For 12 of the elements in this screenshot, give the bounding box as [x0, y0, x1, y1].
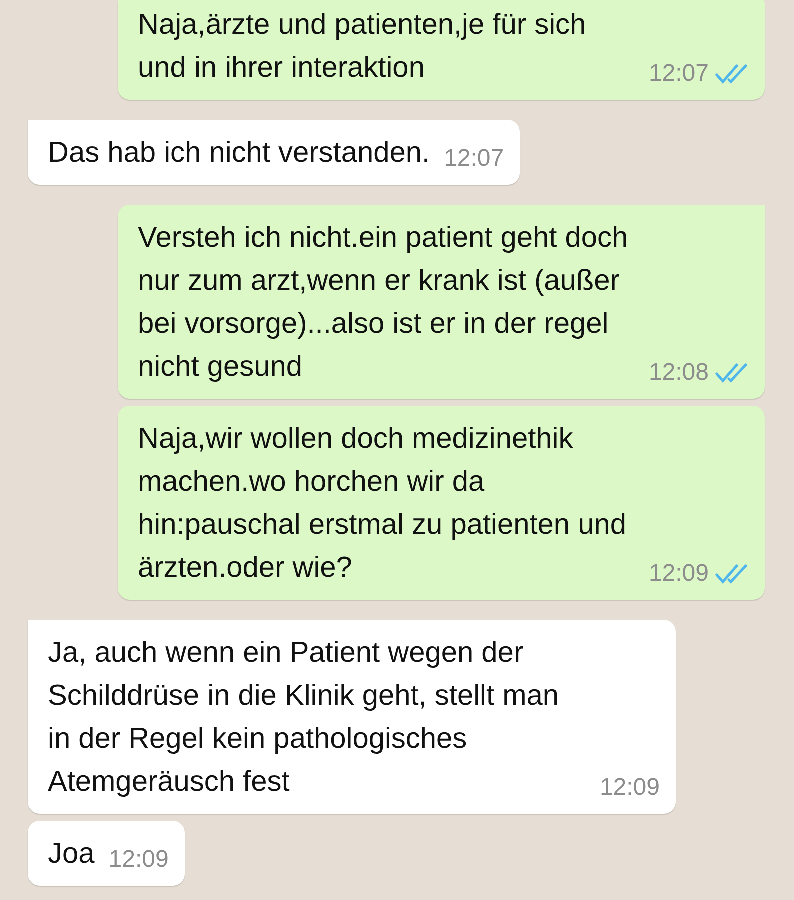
message-text: Ja, auch wenn ein Patient wegen der Schilddrüse in die Klinik geht, stellt man in der Regel kein pathologisches Atemgeräusch fest: [48, 636, 560, 800]
message-time: 12:09: [600, 774, 660, 802]
message-text: Naja,ärzte und patienten,je für sich und in ihrer interaktion: [138, 8, 588, 86]
message-text: Das hab ich nicht verstanden.: [48, 136, 430, 171]
message-time: 12:07: [444, 145, 504, 173]
message-time: 12:07: [648, 60, 709, 88]
message-time: 12:09: [108, 846, 169, 874]
message-text: Joa: [48, 837, 95, 872]
message-text: Versteh ich nicht.ein patient geht doch nur zum arzt,wenn er krank ist (außer bei vorsorge)...also ist er in der regel nicht gesund: [138, 221, 630, 385]
message-text: Naja,wir wollen doch medizinethik machen.wo horchen wir da hin:pauschal erstmal zu patienten und ärzten.oder wie?: [138, 422, 628, 586]
message-time: 12:09: [648, 560, 709, 588]
message-time: 12:08: [648, 359, 709, 387]
